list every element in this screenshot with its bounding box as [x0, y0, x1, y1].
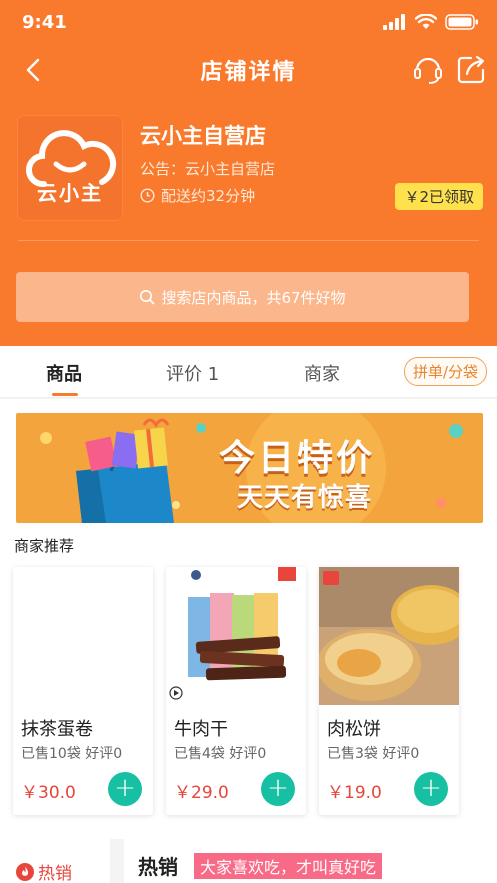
battery-icon	[445, 14, 478, 30]
section-title: 热销	[138, 855, 178, 879]
product-sold: 已售10袋	[21, 746, 81, 762]
category-label: 热销	[38, 864, 72, 883]
add-to-cart-button[interactable]: +	[261, 772, 295, 806]
add-to-cart-button[interactable]: +	[414, 772, 448, 806]
product-price: ￥19.0	[327, 783, 382, 803]
product-name: 抹茶蛋卷	[21, 719, 93, 740]
product-stats: 已售4袋 好评0	[174, 743, 266, 763]
share-icon[interactable]	[455, 53, 487, 85]
recommend-title: 商家推荐	[14, 537, 75, 555]
product-name: 牛肉干	[174, 719, 228, 740]
wifi-icon	[415, 14, 437, 29]
product-price: ￥30.0	[21, 783, 76, 803]
menu-section: 热销 热销 大家喜欢吃，才叫真好吃	[0, 839, 497, 883]
add-to-cart-button[interactable]: +	[108, 772, 142, 806]
shop-header: 9:41 店铺详情 云小主 云小主自营店 公告：云小主自营店 配送约32分钟 ￥…	[0, 0, 497, 346]
product-price: ￥29.0	[174, 783, 229, 803]
tab-bar: 商品 评价 1 商家 拼单/分袋	[0, 346, 497, 398]
customer-service-icon[interactable]	[411, 52, 445, 86]
coupon-badge[interactable]: ￥2已领取	[395, 183, 483, 210]
delivery-time: 配送约32分钟	[140, 185, 255, 206]
tab-indicator	[52, 393, 78, 396]
shop-logo: 云小主	[18, 116, 122, 220]
product-stats: 已售10袋 好评0	[21, 743, 122, 763]
product-image	[13, 567, 153, 705]
nav-bar: 店铺详情	[0, 48, 497, 90]
product-name: 肉松饼	[327, 719, 381, 740]
promo-banner[interactable]: 今日特价 天天有惊喜	[16, 413, 483, 523]
category-sidebar: 热销	[0, 839, 110, 883]
status-icons	[383, 14, 479, 30]
banner-subtitle: 天天有惊喜	[237, 483, 373, 513]
shop-name: 云小主自营店	[140, 124, 266, 148]
header-divider	[18, 240, 479, 241]
signal-icon	[383, 14, 405, 30]
product-image	[166, 567, 306, 705]
logo-text: 云小主	[37, 181, 103, 205]
product-card[interactable]: 抹茶蛋卷 已售10袋 好评0 ￥30.0 +	[13, 567, 153, 815]
section-slogan: 大家喜欢吃，才叫真好吃	[194, 853, 383, 879]
product-reviews: 好评0	[382, 746, 420, 762]
category-item-hot[interactable]: 热销	[16, 859, 72, 883]
clock-icon	[140, 188, 155, 203]
product-card[interactable]: 肉松饼 已售3袋 好评0 ￥19.0 +	[319, 567, 459, 815]
delivery-text: 配送约32分钟	[161, 187, 256, 205]
tab-merchant[interactable]: 商家	[304, 360, 340, 386]
banner-title: 今日特价	[219, 438, 376, 479]
tab-reviews[interactable]: 评价 1	[166, 360, 219, 386]
search-input[interactable]: 搜索店内商品，共67件好物	[16, 272, 469, 322]
group-order-button[interactable]: 拼单/分袋	[403, 357, 487, 386]
status-time: 9:41	[22, 12, 67, 33]
product-image	[319, 567, 459, 705]
tab-products[interactable]: 商品	[46, 360, 82, 386]
flame-icon	[16, 862, 34, 881]
shop-notice: 公告：云小主自营店	[140, 160, 276, 178]
product-reviews: 好评0	[85, 746, 123, 762]
search-icon	[140, 290, 155, 305]
product-card[interactable]: 牛肉干 已售4袋 好评0 ￥29.0 +	[166, 567, 306, 815]
product-sold: 已售4袋	[174, 746, 225, 762]
main-content: 今日特价 天天有惊喜 商家推荐 抹茶蛋卷 已售10袋 好评0 ￥30.0 + 牛…	[0, 399, 497, 839]
product-stats: 已售3袋 好评0	[327, 743, 419, 763]
section-header: 热销 大家喜欢吃，才叫真好吃	[124, 839, 497, 883]
product-sold: 已售3袋	[327, 746, 378, 762]
product-reviews: 好评0	[229, 746, 267, 762]
search-placeholder: 搜索店内商品，共67件好物	[161, 288, 346, 307]
status-bar: 9:41	[22, 12, 479, 38]
